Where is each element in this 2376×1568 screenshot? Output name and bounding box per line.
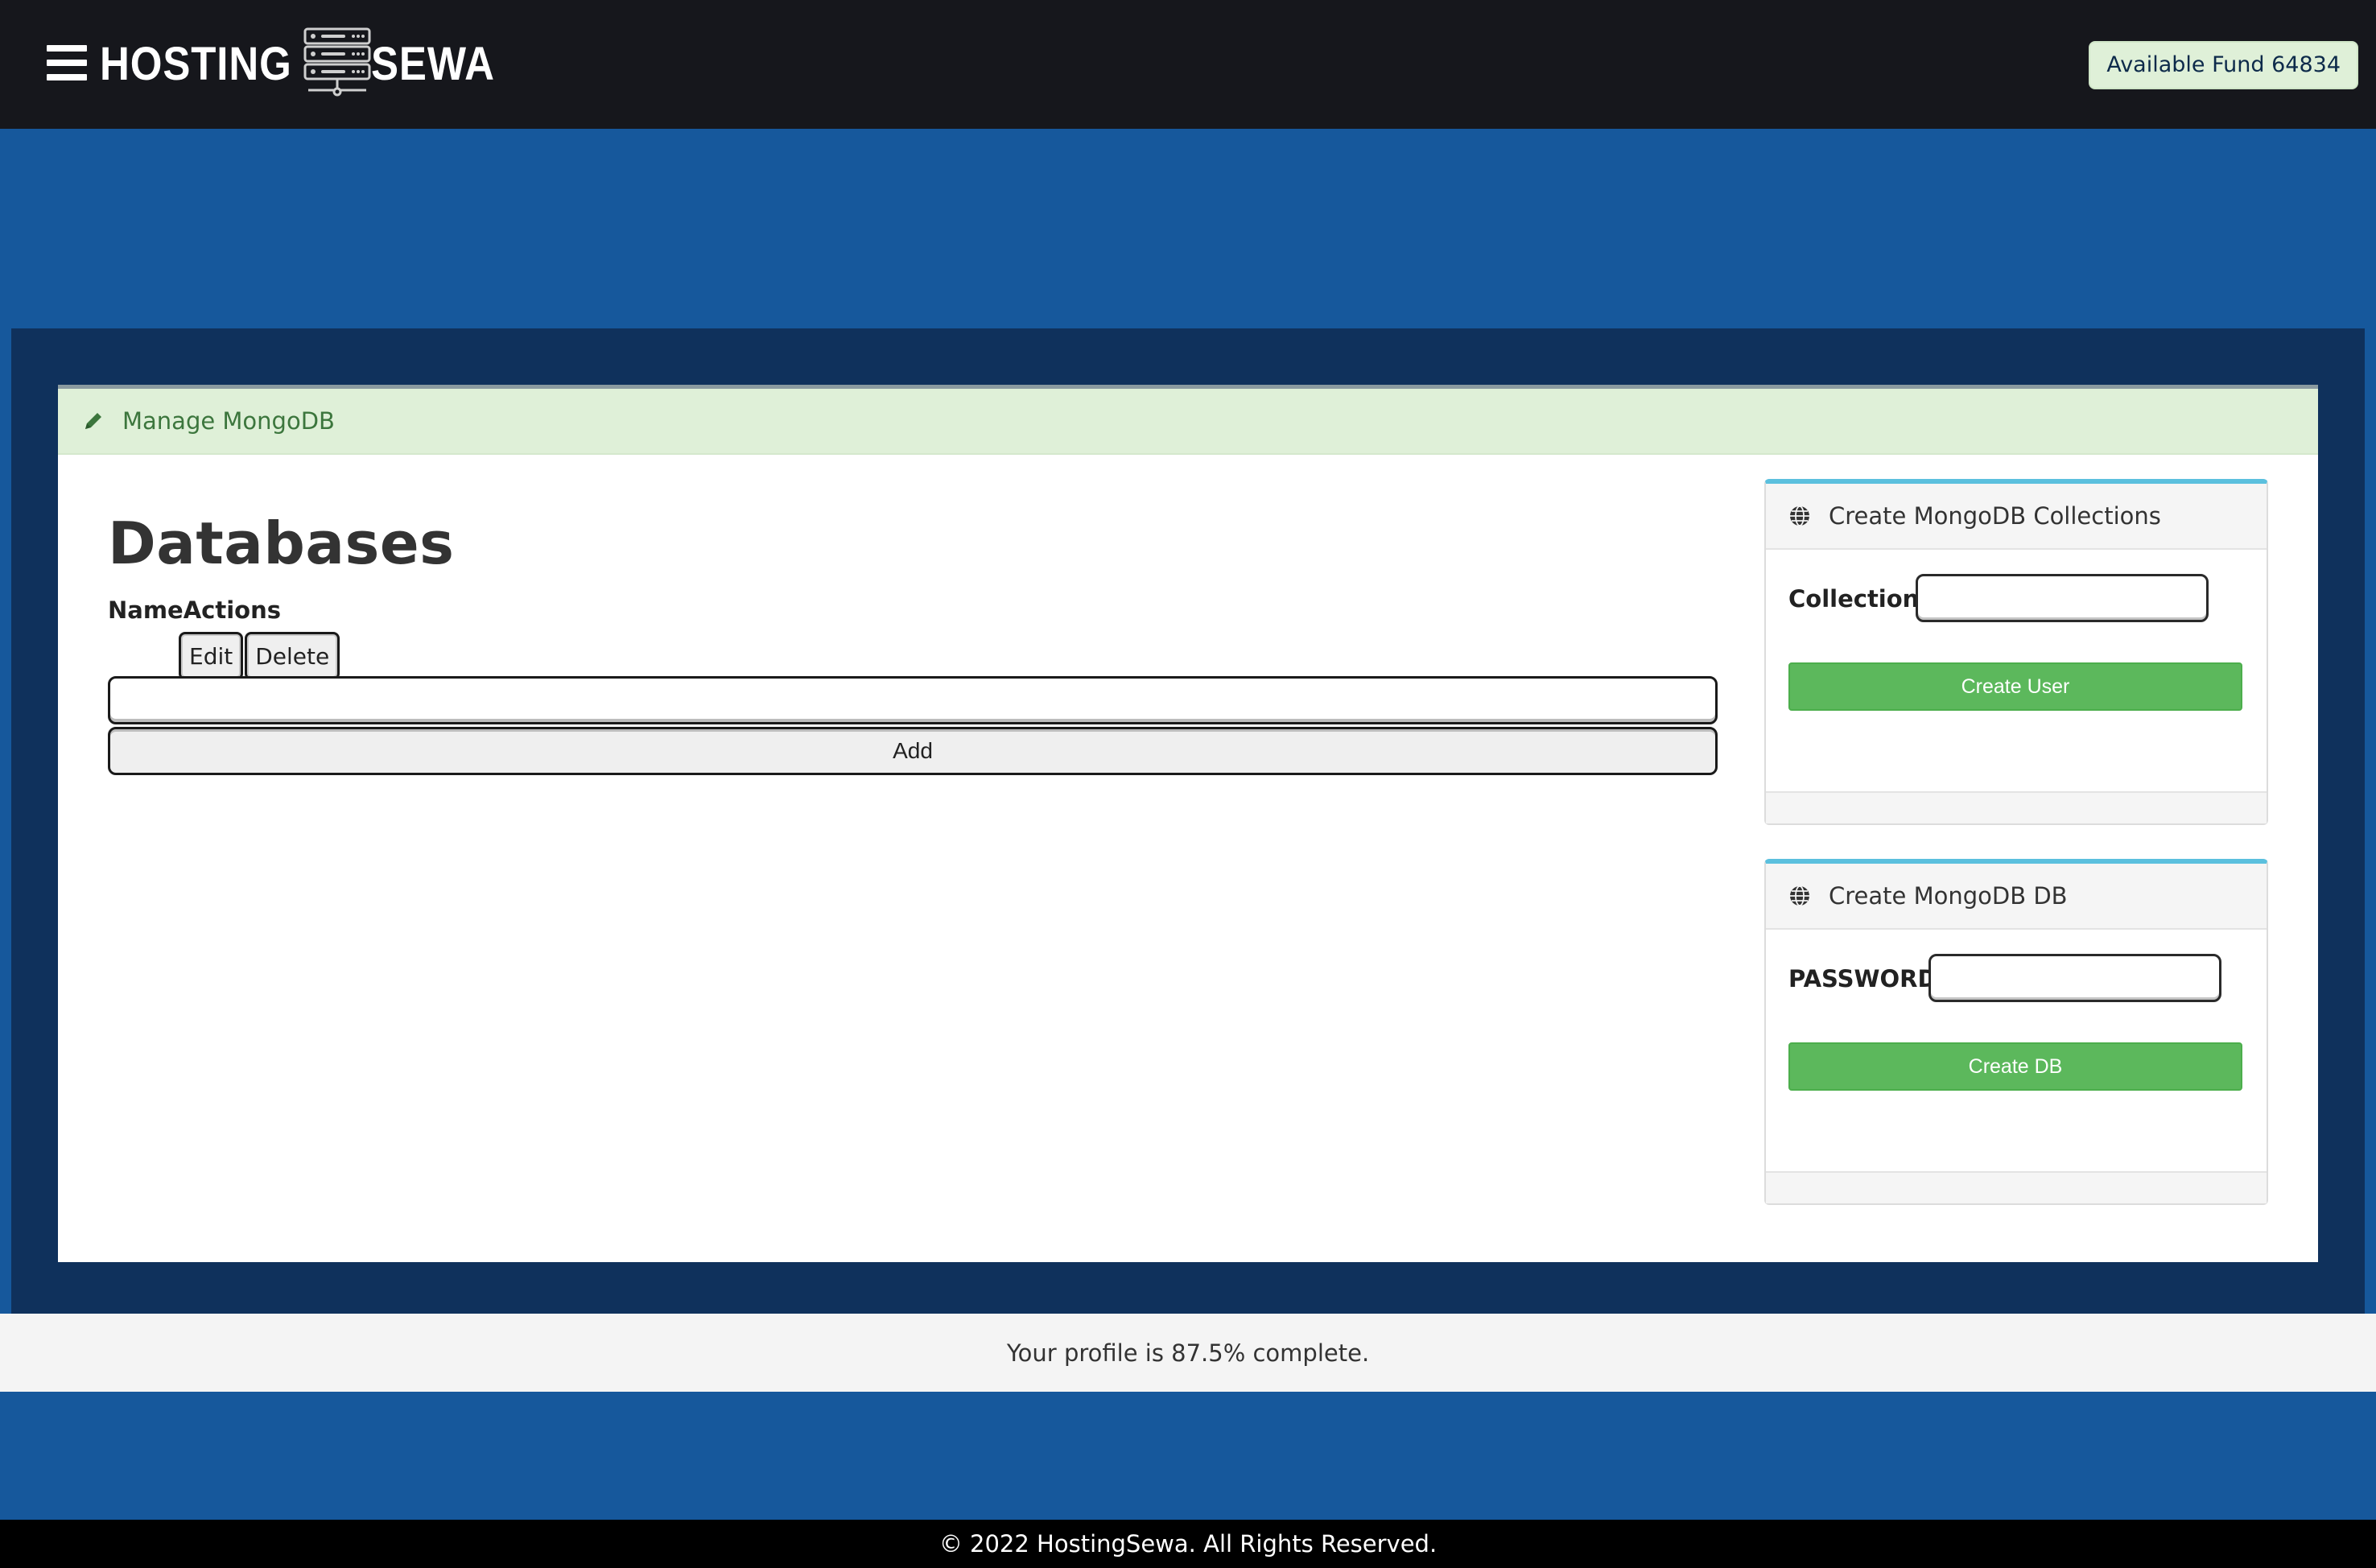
menu-icon[interactable] — [47, 45, 87, 80]
create-collections-card-header: Create MongoDB Collections — [1766, 484, 2267, 550]
create-collections-card-body: Collection: Create User — [1766, 550, 2267, 791]
collection-input[interactable] — [1916, 574, 2209, 622]
create-db-card: Create MongoDB DB PASSWORD: Create DB — [1764, 859, 2268, 1205]
server-logo-icon — [300, 26, 374, 101]
manage-mongodb-panel: Manage MongoDB Databases Name Actions Edi… — [58, 385, 2318, 1262]
pencil-icon — [82, 410, 105, 432]
globe-icon — [1788, 885, 1811, 907]
column-header-name: Name — [108, 596, 184, 624]
brand-name-part2: SEWA — [371, 37, 496, 90]
new-database-input[interactable] — [108, 676, 1718, 724]
available-fund-badge: Available Fund 64834 — [2089, 41, 2358, 89]
collection-label: Collection: — [1788, 585, 1928, 613]
copyright-text: © 2022 HostingSewa. All Rights Reserved. — [938, 1530, 1438, 1558]
delete-button[interactable]: Delete — [245, 632, 340, 680]
brand-logo[interactable]: HOSTING SEWA — [100, 27, 512, 100]
databases-table-header: Name Actions — [108, 596, 281, 624]
column-header-actions: Actions — [183, 596, 282, 624]
content-wrapper: Manage MongoDB Databases Name Actions Edi… — [11, 328, 2365, 1314]
create-collections-title: Create MongoDB Collections — [1829, 502, 2161, 530]
create-db-card-footer — [1766, 1171, 2267, 1203]
create-db-card-header: Create MongoDB DB — [1766, 864, 2267, 930]
create-collections-card: Create MongoDB Collections Collection: C… — [1764, 479, 2268, 825]
password-label: PASSWORD: — [1788, 965, 1947, 992]
create-db-button[interactable]: Create DB — [1788, 1042, 2242, 1091]
panel-heading-title: Manage MongoDB — [122, 407, 335, 435]
brand-name-part1: HOSTING — [100, 37, 292, 90]
profile-completion-text: Your profile is 87.5% complete. — [1006, 1339, 1370, 1367]
create-db-title: Create MongoDB DB — [1829, 882, 2068, 910]
databases-title: Databases — [108, 510, 455, 577]
add-database-button[interactable]: Add — [108, 727, 1718, 775]
edit-button[interactable]: Edit — [179, 632, 244, 680]
globe-icon — [1788, 505, 1811, 527]
top-navbar: HOSTING SEWA Available Fund 64834 — [0, 0, 2376, 129]
create-collections-card-footer — [1766, 791, 2267, 823]
database-row-actions: Edit Delete — [179, 632, 340, 680]
create-user-button[interactable]: Create User — [1788, 662, 2242, 711]
create-db-card-body: PASSWORD: Create DB — [1766, 930, 2267, 1171]
panel-heading: Manage MongoDB — [58, 389, 2318, 455]
page-footer: © 2022 HostingSewa. All Rights Reserved. — [0, 1520, 2376, 1568]
profile-completion-bar: Your profile is 87.5% complete. — [0, 1314, 2376, 1392]
password-input[interactable] — [1928, 954, 2221, 1002]
